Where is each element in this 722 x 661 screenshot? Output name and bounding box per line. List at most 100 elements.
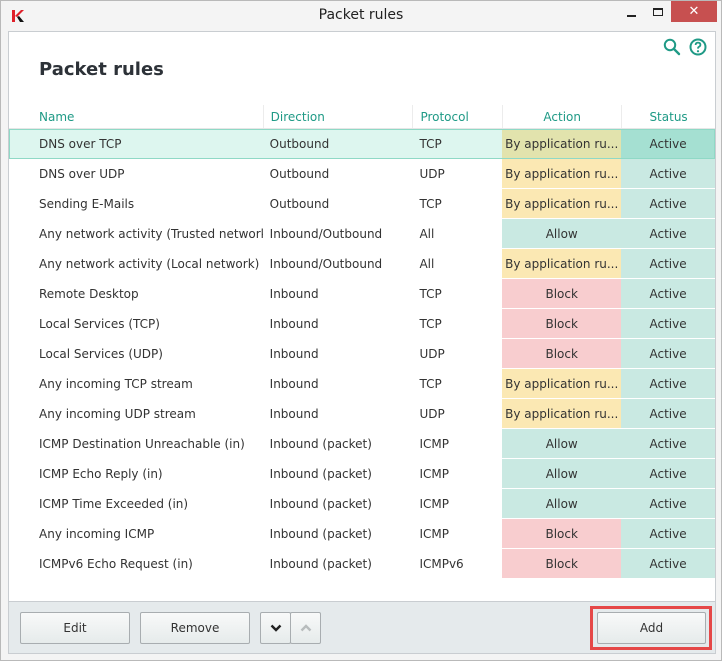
rule-protocol: ICMP (419, 527, 449, 541)
add-button[interactable]: Add (597, 612, 706, 644)
table-row[interactable]: Any incoming ICMP Inbound (packet) ICMP Blo… (9, 519, 715, 549)
minimize-icon (626, 14, 636, 17)
column-header-direction[interactable]: Direction (262, 105, 413, 128)
table-row[interactable]: Remote Desktop Inbound TCP Block Active (9, 279, 715, 309)
rule-name: Any incoming UDP stream (39, 407, 196, 421)
rule-action[interactable]: By application ru... (502, 159, 622, 189)
table-row[interactable]: ICMP Echo Reply (in) Inbound (packet) ICMP… (9, 459, 715, 489)
column-header-name[interactable]: Name (9, 105, 263, 128)
rule-protocol: UDP (419, 407, 445, 421)
rule-status[interactable]: Active (621, 399, 715, 429)
rule-protocol: All (419, 227, 435, 241)
rule-action[interactable]: Allow (502, 219, 622, 249)
table-row[interactable]: Any incoming TCP stream Inbound TCP By appl… (9, 369, 715, 399)
edit-button[interactable]: Edit (20, 612, 130, 644)
rule-name: ICMPv6 Echo Request (in) (39, 557, 193, 571)
rule-status[interactable]: Active (621, 369, 715, 399)
window-title: Packet rules (318, 7, 404, 23)
rule-action[interactable]: By application ru... (502, 129, 622, 159)
rule-action[interactable]: By application ru... (502, 189, 622, 219)
rule-action[interactable]: Block (502, 309, 622, 339)
minimize-button[interactable] (617, 1, 645, 22)
rule-direction: Inbound (269, 317, 319, 331)
rule-status[interactable]: Active (621, 519, 715, 549)
remove-button[interactable]: Remove (140, 612, 250, 644)
rule-protocol: TCP (419, 197, 442, 211)
close-button[interactable]: ✕ (671, 1, 717, 22)
rule-action[interactable]: Block (502, 549, 622, 579)
rule-status[interactable]: Active (621, 339, 715, 369)
column-header-status[interactable]: Status (621, 105, 715, 128)
rule-protocol: TCP (419, 317, 442, 331)
rule-action[interactable]: By application ru... (502, 369, 622, 399)
rule-protocol: UDP (419, 347, 445, 361)
page-title: Packet rules (39, 59, 164, 80)
rule-direction: Inbound/Outbound (269, 257, 383, 271)
table-row[interactable]: Local Services (UDP) Inbound UDP Block Activ… (9, 339, 715, 369)
search-icon[interactable] (663, 38, 681, 56)
rule-name: Any network activity (Local network) (39, 257, 260, 271)
chevron-down-icon (270, 624, 281, 632)
rule-protocol: UDP (419, 167, 445, 181)
rule-status[interactable]: Active (621, 159, 715, 189)
rule-action[interactable]: Block (502, 339, 622, 369)
column-header-protocol[interactable]: Protocol (412, 105, 502, 128)
rule-action[interactable]: By application ru... (502, 399, 622, 429)
help-icon[interactable] (689, 38, 707, 56)
table-row[interactable]: Sending E-Mails Outbound TCP By application… (9, 189, 715, 219)
rule-name: DNS over UDP (39, 167, 125, 181)
table-row[interactable]: Local Services (TCP) Inbound TCP Block Activ… (9, 309, 715, 339)
rule-status[interactable]: Active (621, 129, 715, 159)
rule-action[interactable]: Block (502, 519, 622, 549)
rule-name: Sending E-Mails (39, 197, 135, 211)
rule-direction: Inbound/Outbound (269, 227, 383, 241)
move-down-button[interactable] (260, 612, 291, 644)
rule-direction: Outbound (269, 137, 330, 151)
rule-status[interactable]: Active (621, 429, 715, 459)
rule-direction: Inbound (269, 407, 319, 421)
rule-action[interactable]: By application ru... (502, 249, 622, 279)
table-row[interactable]: Any incoming UDP stream Inbound UDP By appl… (9, 399, 715, 429)
close-icon: ✕ (688, 4, 700, 19)
rule-protocol: All (419, 257, 435, 271)
rule-action[interactable]: Allow (502, 429, 622, 459)
rule-status[interactable]: Active (621, 309, 715, 339)
rule-direction: Inbound (packet) (269, 497, 372, 511)
table-row[interactable]: ICMP Time Exceeded (in) Inbound (packet) I… (9, 489, 715, 519)
rule-action[interactable]: Allow (502, 489, 622, 519)
rule-status[interactable]: Active (621, 189, 715, 219)
rule-direction: Inbound (packet) (269, 467, 372, 481)
rule-name: DNS over TCP (39, 137, 122, 151)
rule-status[interactable]: Active (621, 249, 715, 279)
header-tools (663, 38, 707, 56)
table-row[interactable]: DNS over TCP Outbound TCP By application ru… (9, 129, 715, 159)
rule-status[interactable]: Active (621, 279, 715, 309)
rule-name: Local Services (UDP) (39, 347, 163, 361)
rule-status[interactable]: Active (621, 219, 715, 249)
title-bar[interactable]: Packet rules ✕ (1, 1, 721, 31)
rule-status[interactable]: Active (621, 489, 715, 519)
rule-direction: Inbound (packet) (269, 437, 372, 451)
rule-protocol: TCP (419, 287, 442, 301)
table-header: Name Direction Protocol Action Status (9, 105, 715, 129)
table-row[interactable]: ICMP Destination Unreachable (in) Inbound… (9, 429, 715, 459)
maximize-button[interactable] (644, 1, 672, 22)
rule-status[interactable]: Active (621, 549, 715, 579)
table-row[interactable]: Any network activity (Trusted network) In… (9, 219, 715, 249)
rule-status[interactable]: Active (621, 459, 715, 489)
rule-name: Any incoming TCP stream (39, 377, 193, 391)
main-panel: Packet rules Name Direction Protocol Act… (8, 31, 716, 601)
chevron-up-icon (300, 624, 311, 632)
rule-action[interactable]: Block (502, 279, 622, 309)
rule-protocol: ICMP (419, 467, 449, 481)
column-header-action[interactable]: Action (502, 105, 621, 128)
table-row[interactable]: Any network activity (Local network) Inbo… (9, 249, 715, 279)
rule-action[interactable]: Allow (502, 459, 622, 489)
table-row[interactable]: DNS over UDP Outbound UDP By application ru… (9, 159, 715, 189)
rule-name: ICMP Echo Reply (in) (39, 467, 163, 481)
table-row[interactable]: ICMPv6 Echo Request (in) Inbound (packet)… (9, 549, 715, 579)
packet-rules-window: Packet rules ✕ Packet rules Name Directi… (0, 0, 722, 661)
rule-name: ICMP Time Exceeded (in) (39, 497, 189, 511)
rule-name: Any network activity (Trusted network) (39, 227, 263, 241)
move-up-button[interactable] (290, 612, 321, 644)
